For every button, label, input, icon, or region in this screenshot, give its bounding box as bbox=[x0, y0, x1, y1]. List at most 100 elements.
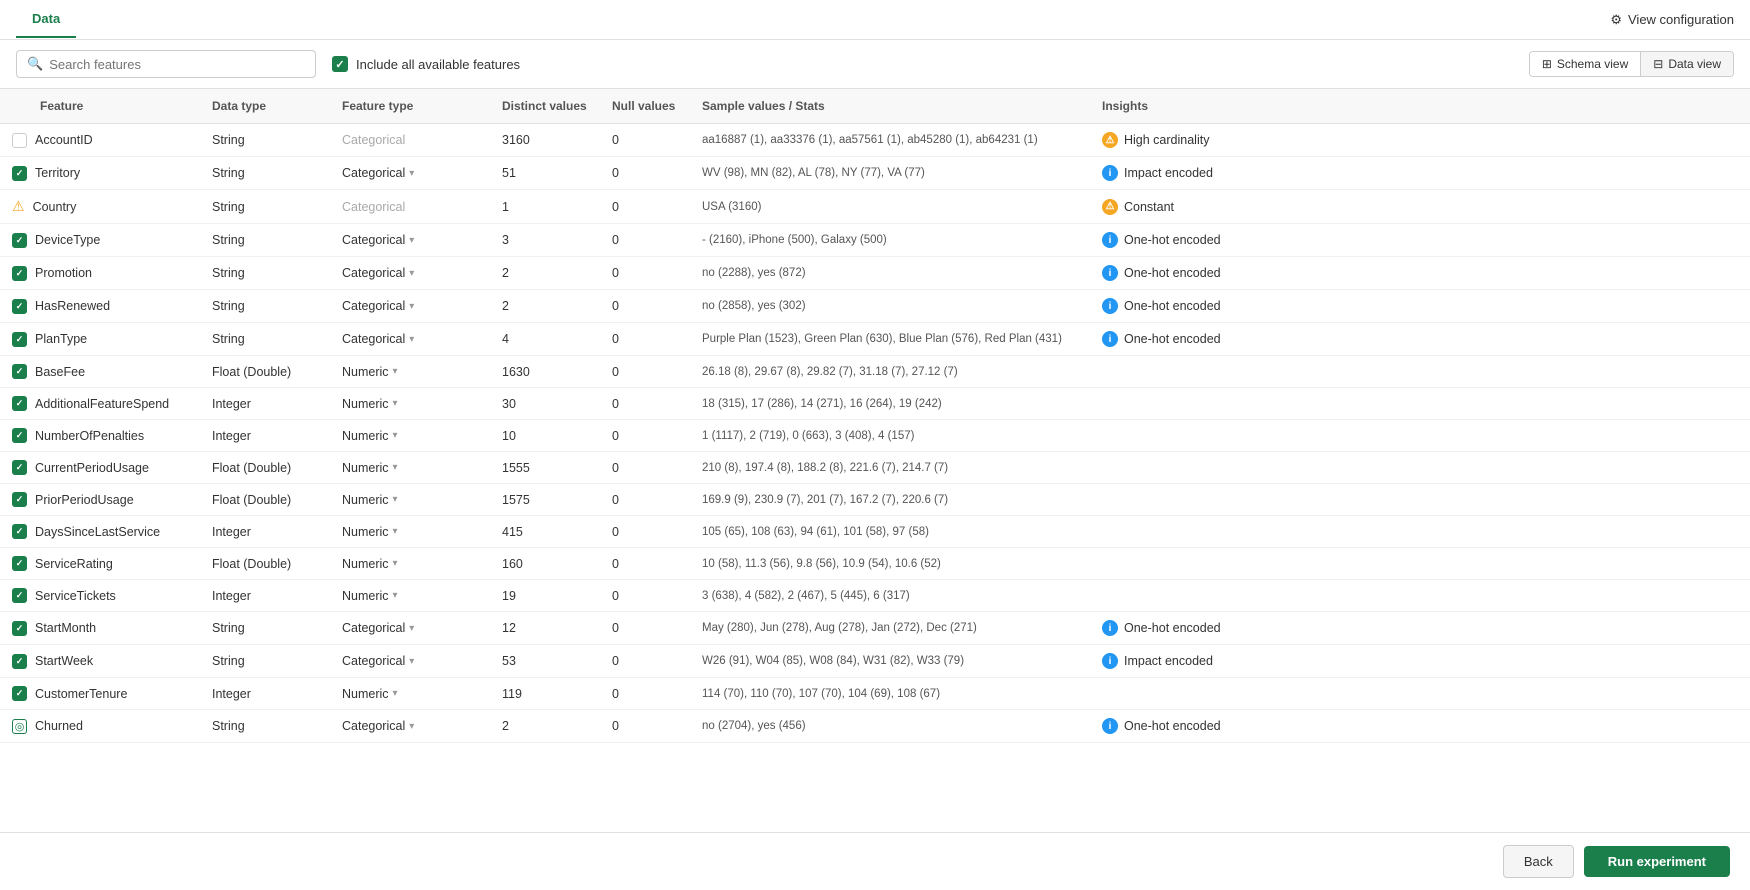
table-row: StartWeek String Categorical ▾ 53 0 W26 … bbox=[0, 645, 1750, 678]
feature-cell: Churned bbox=[0, 710, 200, 743]
search-box[interactable]: 🔍 bbox=[16, 50, 316, 78]
chevron-icon: ▾ bbox=[393, 398, 398, 409]
row-checkbox[interactable] bbox=[12, 654, 27, 669]
feature-type-label: Categorical bbox=[342, 621, 405, 635]
data-type-cell: String bbox=[200, 710, 330, 743]
distinct-values-cell: 2 bbox=[490, 710, 600, 743]
insights-cell: i One-hot encoded bbox=[1090, 257, 1750, 290]
insight-cell: i One-hot encoded bbox=[1102, 265, 1738, 281]
feature-cell: PriorPeriodUsage bbox=[0, 484, 200, 516]
target-checkbox[interactable] bbox=[12, 719, 27, 734]
row-checkbox[interactable] bbox=[12, 621, 27, 636]
feature-type-label: Categorical bbox=[342, 133, 405, 147]
chevron-icon: ▾ bbox=[393, 688, 398, 699]
row-checkbox[interactable] bbox=[12, 364, 27, 379]
distinct-values-cell: 415 bbox=[490, 516, 600, 548]
feature-cell: AccountID bbox=[0, 124, 200, 157]
schema-view-icon: ⊞ bbox=[1542, 57, 1552, 71]
view-config-label: View configuration bbox=[1628, 12, 1734, 27]
include-all-toggle[interactable]: Include all available features bbox=[332, 56, 520, 72]
table-row: HasRenewed String Categorical ▾ 2 0 no (… bbox=[0, 290, 1750, 323]
row-checkbox[interactable] bbox=[12, 588, 27, 603]
data-view-icon: ⊟ bbox=[1653, 57, 1663, 71]
feature-type-cell: Numeric ▾ bbox=[330, 548, 490, 580]
row-checkbox[interactable] bbox=[12, 524, 27, 539]
sample-values-cell: 1 (1117), 2 (719), 0 (663), 3 (408), 4 (… bbox=[690, 420, 1090, 452]
row-checkbox[interactable] bbox=[12, 133, 27, 148]
include-all-label: Include all available features bbox=[356, 57, 520, 72]
feature-type-label: Numeric bbox=[342, 461, 389, 475]
row-checkbox[interactable] bbox=[12, 460, 27, 475]
data-type-cell: Integer bbox=[200, 580, 330, 612]
row-checkbox[interactable] bbox=[12, 233, 27, 248]
feature-type-label: Categorical bbox=[342, 719, 405, 733]
data-type-cell: Float (Double) bbox=[200, 548, 330, 580]
feature-name: DeviceType bbox=[35, 233, 100, 247]
chevron-icon: ▾ bbox=[393, 526, 398, 537]
data-type-cell: String bbox=[200, 645, 330, 678]
insight-cell: i One-hot encoded bbox=[1102, 232, 1738, 248]
insights-cell: i Impact encoded bbox=[1090, 645, 1750, 678]
feature-type-label: Numeric bbox=[342, 493, 389, 507]
chevron-icon: ▾ bbox=[409, 656, 414, 667]
insights-cell: i One-hot encoded bbox=[1090, 224, 1750, 257]
feature-cell: StartMonth bbox=[0, 612, 200, 645]
null-values-cell: 0 bbox=[600, 190, 690, 224]
distinct-values-cell: 1 bbox=[490, 190, 600, 224]
col-header-null: Null values bbox=[600, 89, 690, 124]
feature-name: Churned bbox=[35, 719, 83, 733]
insight-cell: i Impact encoded bbox=[1102, 653, 1738, 669]
feature-type-cell: Numeric ▾ bbox=[330, 356, 490, 388]
distinct-values-cell: 1555 bbox=[490, 452, 600, 484]
row-checkbox[interactable] bbox=[12, 556, 27, 571]
run-experiment-button[interactable]: Run experiment bbox=[1584, 846, 1730, 877]
data-view-button[interactable]: ⊟ Data view bbox=[1641, 52, 1733, 76]
feature-type-cell: Categorical bbox=[330, 124, 490, 157]
data-type-cell: Integer bbox=[200, 388, 330, 420]
row-checkbox[interactable] bbox=[12, 266, 27, 281]
feature-cell: DaysSinceLastService bbox=[0, 516, 200, 548]
back-button[interactable]: Back bbox=[1503, 845, 1574, 878]
search-input[interactable] bbox=[49, 57, 305, 72]
distinct-values-cell: 2 bbox=[490, 257, 600, 290]
feature-cell: BaseFee bbox=[0, 356, 200, 388]
null-values-cell: 0 bbox=[600, 580, 690, 612]
distinct-values-cell: 51 bbox=[490, 157, 600, 190]
row-checkbox[interactable] bbox=[12, 428, 27, 443]
col-header-datatype: Data type bbox=[200, 89, 330, 124]
feature-type-label: Numeric bbox=[342, 429, 389, 443]
schema-view-label: Schema view bbox=[1557, 57, 1628, 71]
schema-view-button[interactable]: ⊞ Schema view bbox=[1530, 52, 1641, 76]
view-config-button[interactable]: ⚙ View configuration bbox=[1610, 12, 1734, 28]
feature-type-cell: Numeric ▾ bbox=[330, 420, 490, 452]
insight-cell: ⚠ Constant bbox=[1102, 199, 1738, 215]
include-all-checkbox[interactable] bbox=[332, 56, 348, 72]
feature-type-label: Numeric bbox=[342, 557, 389, 571]
row-checkbox[interactable] bbox=[12, 166, 27, 181]
feature-type-cell: Categorical ▾ bbox=[330, 224, 490, 257]
data-type-cell: String bbox=[200, 290, 330, 323]
null-values-cell: 0 bbox=[600, 290, 690, 323]
feature-cell: CurrentPeriodUsage bbox=[0, 452, 200, 484]
chevron-icon: ▾ bbox=[409, 623, 414, 634]
feature-name: PriorPeriodUsage bbox=[35, 493, 134, 507]
distinct-values-cell: 3160 bbox=[490, 124, 600, 157]
data-tab[interactable]: Data bbox=[16, 1, 76, 38]
table-row: Churned String Categorical ▾ 2 0 no (270… bbox=[0, 710, 1750, 743]
insight-label: One-hot encoded bbox=[1124, 266, 1221, 280]
feature-name: DaysSinceLastService bbox=[35, 525, 160, 539]
info-icon: i bbox=[1102, 265, 1118, 281]
row-checkbox[interactable] bbox=[12, 492, 27, 507]
feature-type-cell: Numeric ▾ bbox=[330, 678, 490, 710]
table-row: DaysSinceLastService Integer Numeric ▾ 4… bbox=[0, 516, 1750, 548]
row-checkbox[interactable] bbox=[12, 299, 27, 314]
feature-type-cell: Categorical bbox=[330, 190, 490, 224]
row-checkbox[interactable] bbox=[12, 332, 27, 347]
null-values-cell: 0 bbox=[600, 356, 690, 388]
table-row: Territory String Categorical ▾ 51 0 WV (… bbox=[0, 157, 1750, 190]
row-checkbox[interactable] bbox=[12, 396, 27, 411]
sample-values-cell: 114 (70), 110 (70), 107 (70), 104 (69), … bbox=[690, 678, 1090, 710]
feature-name: StartMonth bbox=[35, 621, 96, 635]
data-type-cell: String bbox=[200, 612, 330, 645]
row-checkbox[interactable] bbox=[12, 686, 27, 701]
